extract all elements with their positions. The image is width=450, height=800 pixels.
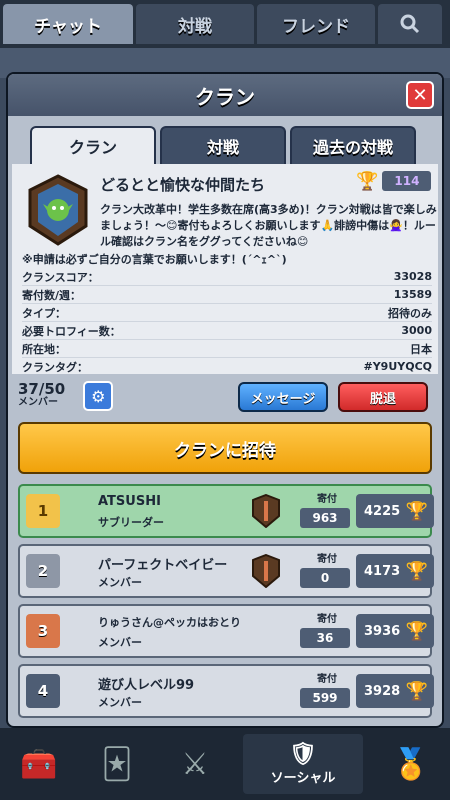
tab-chat[interactable]: チャット	[3, 4, 133, 44]
trophy-value: 3936	[364, 623, 401, 639]
clan-badge-icon	[28, 174, 88, 246]
member-role: メンバー	[98, 696, 142, 709]
trophy-value: 3928	[364, 683, 401, 699]
donation-label: 寄付	[317, 554, 337, 565]
stat-label: 寄付数/週：	[22, 288, 82, 302]
trophy-icon: 🏆	[356, 170, 379, 192]
nav-events-laurel-icon[interactable]: 🏅	[381, 734, 441, 794]
member-trophies: 3936 🏆	[356, 614, 434, 648]
member-trophies: 4225 🏆	[356, 494, 434, 528]
nav-shop-chest-icon[interactable]: 🧰	[9, 734, 69, 794]
stat-value: #Y9UYQCQ	[363, 360, 432, 373]
clan-trophies: 🏆 114	[356, 170, 436, 192]
donation-value: 0	[300, 568, 350, 588]
rank-badge: 1	[26, 494, 60, 528]
nav-social-label: ソーシャル	[270, 771, 336, 786]
modal-header: クラン ✕	[8, 74, 442, 116]
clan-name: どるとと愉快な仲間たち	[100, 176, 266, 194]
stat-label: 必要トロフィー数：	[22, 324, 121, 338]
member-row[interactable]: 4 遊び人レベル99 メンバー 寄付 599 3928 🏆	[18, 664, 434, 718]
invite-button[interactable]: クランに招待	[18, 422, 432, 474]
member-trophies: 3928 🏆	[356, 674, 434, 708]
tab-clan-war[interactable]: 対戦	[160, 126, 286, 164]
donation-value: 36	[300, 628, 350, 648]
member-row[interactable]: 2 パーフェクトベイビー メンバー 寄付 0 4173 🏆	[18, 544, 434, 598]
leave-button[interactable]: 脱退	[338, 382, 428, 412]
member-role: サブリーダー	[98, 516, 164, 529]
member-name: ATSUSHI	[98, 494, 161, 509]
member-name: パーフェクトベイビー	[98, 558, 228, 573]
bottom-nav: 🧰 🃏 ⚔ 🛡 ソーシャル 🏅	[0, 728, 450, 800]
stat-row: タイプ： 招待のみ	[22, 304, 432, 322]
clan-info-panel: どるとと愉快な仲間たち 🏆 114 クラン大改革中！学生多数在席(高3多め)！ク…	[12, 164, 438, 376]
stat-value: 招待のみ	[388, 306, 432, 320]
stat-row: 寄付数/週： 13589	[22, 286, 432, 304]
close-icon: ✕	[412, 84, 428, 106]
close-button[interactable]: ✕	[406, 81, 434, 109]
stat-value: 33028	[393, 270, 432, 283]
nav-battle-swords-icon[interactable]: ⚔	[165, 734, 225, 794]
stat-value: 3000	[401, 324, 432, 337]
donation-value: 963	[300, 508, 350, 528]
nav-cards-icon[interactable]: 🃏	[87, 734, 147, 794]
settings-button[interactable]: ⚙	[83, 381, 114, 411]
donation-label: 寄付	[317, 614, 337, 625]
donation-label: 寄付	[317, 494, 337, 505]
stat-label: 所在地：	[22, 342, 66, 356]
tab-clan[interactable]: クラン	[30, 126, 156, 164]
stat-row: クランスコア： 33028	[22, 268, 432, 286]
member-role: メンバー	[98, 636, 142, 649]
stat-label: タイプ：	[22, 306, 66, 320]
clan-description-note: ※申請は必ずご自分の言葉でお願いします！(´^ｪ^`)	[22, 253, 287, 266]
rank-badge: 2	[26, 554, 60, 588]
trophy-value: 4173	[364, 563, 401, 579]
member-trophies: 4173 🏆	[356, 554, 434, 588]
stat-row: 必要トロフィー数： 3000	[22, 322, 432, 340]
member-count-label: メンバー	[18, 397, 58, 408]
tab-past-wars[interactable]: 過去の対戦	[290, 126, 416, 164]
member-count: 37/50 メンバー	[18, 382, 65, 410]
member-row[interactable]: 1 ATSUSHI サブリーダー 寄付 963 4225 🏆	[18, 484, 434, 538]
stat-row: 所在地： 日本	[22, 340, 432, 358]
member-row[interactable]: 3 りゅうさん@ペッカはおとり メンバー 寄付 36 3936 🏆	[18, 604, 434, 658]
tab-battle[interactable]: 対戦	[136, 4, 254, 44]
member-role: メンバー	[98, 576, 142, 589]
donation-value: 599	[300, 688, 350, 708]
tab-friends[interactable]: フレンド	[257, 4, 375, 44]
member-count-value: 37/50	[18, 380, 66, 398]
stat-value: 日本	[410, 342, 432, 356]
clan-description: クラン大改革中！学生多数在席(高3多め)！クラン対戦は皆で楽しみましょう！〜😊寄…	[100, 203, 437, 248]
arena-shield-icon	[252, 554, 280, 588]
social-shield-icon: 🛡	[289, 742, 317, 767]
clan-stats: クランスコア： 33028 寄付数/週： 13589 タイプ： 招待のみ 必要トロフィ…	[22, 268, 432, 376]
trophy-icon: 🏆	[405, 560, 428, 582]
message-button[interactable]: メッセージ	[238, 382, 328, 412]
trophy-icon: 🏆	[405, 680, 428, 702]
clan-trophy-value: 114	[382, 171, 432, 191]
arena-shield-icon	[252, 494, 280, 528]
gear-icon: ⚙	[91, 386, 106, 406]
member-name: りゅうさん@ペッカはおとり	[98, 616, 241, 629]
rank-badge: 4	[26, 674, 60, 708]
clan-modal: クラン ✕ クラン 対戦 過去の対戦 どるとと愉快な仲間たち 🏆 114 クラン…	[6, 72, 444, 728]
member-list: 1 ATSUSHI サブリーダー 寄付 963 4225 🏆 2 パーフェクトベイ…	[8, 474, 442, 718]
clan-tabs: クラン 対戦 過去の対戦	[8, 116, 442, 164]
search-icon[interactable]	[378, 4, 442, 44]
trophy-icon: 🏆	[405, 620, 428, 642]
donation-label: 寄付	[317, 674, 337, 685]
members-bar: 37/50 メンバー ⚙ メッセージ 脱退	[8, 374, 442, 418]
nav-social[interactable]: 🛡 ソーシャル	[243, 734, 363, 794]
trophy-icon: 🏆	[405, 500, 428, 522]
trophy-value: 4225	[364, 503, 401, 519]
member-name: 遊び人レベル99	[98, 678, 195, 693]
modal-title: クラン	[195, 84, 255, 109]
stat-value: 13589	[393, 288, 432, 301]
stat-label: クランスコア：	[22, 270, 99, 284]
stat-label: クランタグ：	[22, 360, 88, 374]
rank-badge: 3	[26, 614, 60, 648]
top-tab-bar: チャット 対戦 フレンド	[0, 0, 450, 48]
